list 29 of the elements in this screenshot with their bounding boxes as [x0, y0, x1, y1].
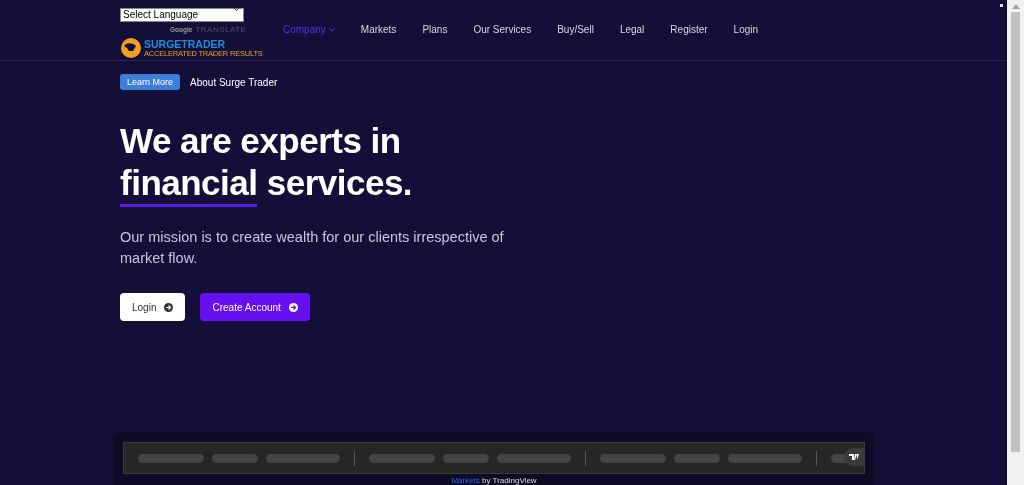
create-account-button[interactable]: Create Account — [200, 293, 310, 321]
nav-link[interactable]: Plans — [409, 24, 461, 35]
logo-name: SURGETRADER — [144, 38, 227, 49]
arrow-circle-icon — [164, 302, 174, 312]
nav-link[interactable]: Login — [720, 24, 772, 35]
mission-text: Our mission is to create wealth for our clients irrespective of market flow. — [120, 228, 505, 268]
markets-link[interactable]: Markets — [451, 476, 480, 485]
nav-link[interactable]: Legal — [606, 24, 658, 35]
language-select[interactable]: Select Language — [120, 8, 244, 22]
nav-link[interactable]: Our Services — [460, 24, 545, 35]
about-text: About Surge Trader — [190, 76, 278, 88]
nav-link[interactable]: Markets — [347, 24, 410, 35]
credit-text: by TradingView — [482, 476, 537, 485]
caret-icon — [233, 7, 240, 12]
skeleton-bar — [138, 453, 204, 463]
skeleton-bar — [674, 453, 720, 463]
learn-more-button[interactable]: Learn More — [120, 74, 181, 90]
tradingview-logo-icon[interactable] — [844, 448, 864, 466]
translate-label: TRANSLATE — [195, 25, 247, 34]
skeleton-bar — [369, 453, 435, 463]
skeleton-bar — [212, 453, 258, 463]
nav-link[interactable]: Register — [657, 24, 721, 35]
arrow-circle-icon — [288, 302, 298, 312]
skeleton-bar — [600, 453, 666, 463]
scrollbar[interactable] — [1007, 0, 1024, 485]
skeleton-bar — [443, 453, 489, 463]
hero-heading: We are experts in financial services. — [120, 120, 1007, 207]
nav-link[interactable]: Buy/Sell — [544, 24, 607, 35]
login-button[interactable]: Login — [120, 293, 186, 321]
